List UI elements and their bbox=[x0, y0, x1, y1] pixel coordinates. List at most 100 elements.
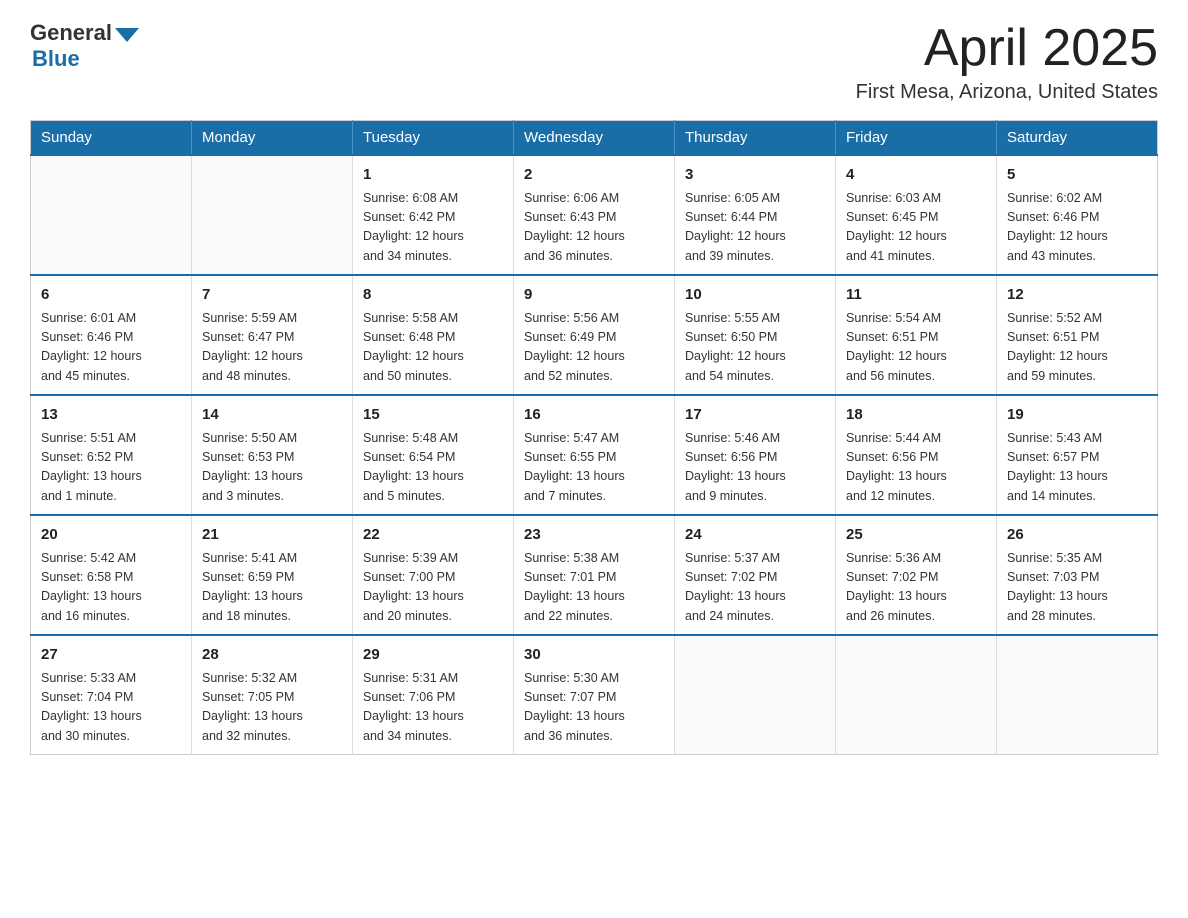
col-monday: Monday bbox=[192, 121, 353, 156]
logo-text-general: General bbox=[30, 20, 112, 46]
day-number: 13 bbox=[41, 404, 181, 427]
calendar-week-row: 20Sunrise: 5:42 AM Sunset: 6:58 PM Dayli… bbox=[31, 515, 1158, 635]
day-info: Sunrise: 5:37 AM Sunset: 7:02 PM Dayligh… bbox=[685, 549, 825, 627]
day-number: 4 bbox=[846, 164, 986, 187]
day-number: 26 bbox=[1007, 524, 1147, 547]
calendar-cell: 11Sunrise: 5:54 AM Sunset: 6:51 PM Dayli… bbox=[836, 275, 997, 395]
day-info: Sunrise: 5:43 AM Sunset: 6:57 PM Dayligh… bbox=[1007, 429, 1147, 507]
day-number: 23 bbox=[524, 524, 664, 547]
day-number: 15 bbox=[363, 404, 503, 427]
calendar-cell bbox=[192, 155, 353, 275]
calendar-cell: 29Sunrise: 5:31 AM Sunset: 7:06 PM Dayli… bbox=[353, 635, 514, 755]
calendar-cell bbox=[675, 635, 836, 755]
day-info: Sunrise: 6:05 AM Sunset: 6:44 PM Dayligh… bbox=[685, 189, 825, 267]
day-info: Sunrise: 5:55 AM Sunset: 6:50 PM Dayligh… bbox=[685, 309, 825, 387]
day-number: 19 bbox=[1007, 404, 1147, 427]
day-info: Sunrise: 5:41 AM Sunset: 6:59 PM Dayligh… bbox=[202, 549, 342, 627]
day-number: 24 bbox=[685, 524, 825, 547]
calendar-cell bbox=[31, 155, 192, 275]
day-info: Sunrise: 5:42 AM Sunset: 6:58 PM Dayligh… bbox=[41, 549, 181, 627]
day-number: 12 bbox=[1007, 284, 1147, 307]
day-number: 10 bbox=[685, 284, 825, 307]
day-number: 27 bbox=[41, 644, 181, 667]
day-number: 21 bbox=[202, 524, 342, 547]
logo-text-blue: Blue bbox=[32, 46, 80, 72]
day-info: Sunrise: 5:54 AM Sunset: 6:51 PM Dayligh… bbox=[846, 309, 986, 387]
day-number: 29 bbox=[363, 644, 503, 667]
day-info: Sunrise: 6:03 AM Sunset: 6:45 PM Dayligh… bbox=[846, 189, 986, 267]
calendar-cell: 15Sunrise: 5:48 AM Sunset: 6:54 PM Dayli… bbox=[353, 395, 514, 515]
calendar-cell: 22Sunrise: 5:39 AM Sunset: 7:00 PM Dayli… bbox=[353, 515, 514, 635]
calendar-cell: 28Sunrise: 5:32 AM Sunset: 7:05 PM Dayli… bbox=[192, 635, 353, 755]
calendar-cell: 26Sunrise: 5:35 AM Sunset: 7:03 PM Dayli… bbox=[997, 515, 1158, 635]
day-number: 28 bbox=[202, 644, 342, 667]
calendar-cell: 6Sunrise: 6:01 AM Sunset: 6:46 PM Daylig… bbox=[31, 275, 192, 395]
day-info: Sunrise: 6:08 AM Sunset: 6:42 PM Dayligh… bbox=[363, 189, 503, 267]
calendar-cell: 23Sunrise: 5:38 AM Sunset: 7:01 PM Dayli… bbox=[514, 515, 675, 635]
calendar-cell: 18Sunrise: 5:44 AM Sunset: 6:56 PM Dayli… bbox=[836, 395, 997, 515]
col-sunday: Sunday bbox=[31, 121, 192, 156]
calendar-cell: 25Sunrise: 5:36 AM Sunset: 7:02 PM Dayli… bbox=[836, 515, 997, 635]
day-number: 16 bbox=[524, 404, 664, 427]
day-number: 8 bbox=[363, 284, 503, 307]
day-number: 22 bbox=[363, 524, 503, 547]
calendar-cell: 27Sunrise: 5:33 AM Sunset: 7:04 PM Dayli… bbox=[31, 635, 192, 755]
calendar-cell: 7Sunrise: 5:59 AM Sunset: 6:47 PM Daylig… bbox=[192, 275, 353, 395]
title-section: April 2025 First Mesa, Arizona, United S… bbox=[856, 20, 1158, 104]
calendar-cell: 10Sunrise: 5:55 AM Sunset: 6:50 PM Dayli… bbox=[675, 275, 836, 395]
day-number: 6 bbox=[41, 284, 181, 307]
calendar-cell: 2Sunrise: 6:06 AM Sunset: 6:43 PM Daylig… bbox=[514, 155, 675, 275]
day-number: 9 bbox=[524, 284, 664, 307]
logo: General Blue bbox=[30, 20, 139, 72]
day-info: Sunrise: 5:51 AM Sunset: 6:52 PM Dayligh… bbox=[41, 429, 181, 507]
day-number: 25 bbox=[846, 524, 986, 547]
calendar-cell: 12Sunrise: 5:52 AM Sunset: 6:51 PM Dayli… bbox=[997, 275, 1158, 395]
day-info: Sunrise: 5:47 AM Sunset: 6:55 PM Dayligh… bbox=[524, 429, 664, 507]
calendar-cell bbox=[997, 635, 1158, 755]
calendar-cell: 13Sunrise: 5:51 AM Sunset: 6:52 PM Dayli… bbox=[31, 395, 192, 515]
day-number: 17 bbox=[685, 404, 825, 427]
col-wednesday: Wednesday bbox=[514, 121, 675, 156]
day-info: Sunrise: 5:48 AM Sunset: 6:54 PM Dayligh… bbox=[363, 429, 503, 507]
day-number: 1 bbox=[363, 164, 503, 187]
calendar-cell: 17Sunrise: 5:46 AM Sunset: 6:56 PM Dayli… bbox=[675, 395, 836, 515]
location-title: First Mesa, Arizona, United States bbox=[856, 81, 1158, 104]
day-info: Sunrise: 5:35 AM Sunset: 7:03 PM Dayligh… bbox=[1007, 549, 1147, 627]
day-info: Sunrise: 5:33 AM Sunset: 7:04 PM Dayligh… bbox=[41, 669, 181, 747]
calendar-cell: 3Sunrise: 6:05 AM Sunset: 6:44 PM Daylig… bbox=[675, 155, 836, 275]
calendar-cell: 4Sunrise: 6:03 AM Sunset: 6:45 PM Daylig… bbox=[836, 155, 997, 275]
calendar-week-row: 13Sunrise: 5:51 AM Sunset: 6:52 PM Dayli… bbox=[31, 395, 1158, 515]
day-info: Sunrise: 5:44 AM Sunset: 6:56 PM Dayligh… bbox=[846, 429, 986, 507]
day-info: Sunrise: 6:01 AM Sunset: 6:46 PM Dayligh… bbox=[41, 309, 181, 387]
calendar-cell: 8Sunrise: 5:58 AM Sunset: 6:48 PM Daylig… bbox=[353, 275, 514, 395]
calendar-cell: 30Sunrise: 5:30 AM Sunset: 7:07 PM Dayli… bbox=[514, 635, 675, 755]
day-number: 18 bbox=[846, 404, 986, 427]
calendar-cell: 5Sunrise: 6:02 AM Sunset: 6:46 PM Daylig… bbox=[997, 155, 1158, 275]
day-number: 30 bbox=[524, 644, 664, 667]
day-info: Sunrise: 5:50 AM Sunset: 6:53 PM Dayligh… bbox=[202, 429, 342, 507]
day-info: Sunrise: 5:30 AM Sunset: 7:07 PM Dayligh… bbox=[524, 669, 664, 747]
calendar-week-row: 27Sunrise: 5:33 AM Sunset: 7:04 PM Dayli… bbox=[31, 635, 1158, 755]
day-number: 14 bbox=[202, 404, 342, 427]
calendar-table: Sunday Monday Tuesday Wednesday Thursday… bbox=[30, 120, 1158, 755]
calendar-week-row: 1Sunrise: 6:08 AM Sunset: 6:42 PM Daylig… bbox=[31, 155, 1158, 275]
day-info: Sunrise: 5:39 AM Sunset: 7:00 PM Dayligh… bbox=[363, 549, 503, 627]
day-info: Sunrise: 6:02 AM Sunset: 6:46 PM Dayligh… bbox=[1007, 189, 1147, 267]
calendar-cell: 9Sunrise: 5:56 AM Sunset: 6:49 PM Daylig… bbox=[514, 275, 675, 395]
day-info: Sunrise: 5:59 AM Sunset: 6:47 PM Dayligh… bbox=[202, 309, 342, 387]
day-info: Sunrise: 5:58 AM Sunset: 6:48 PM Dayligh… bbox=[363, 309, 503, 387]
day-info: Sunrise: 5:31 AM Sunset: 7:06 PM Dayligh… bbox=[363, 669, 503, 747]
day-info: Sunrise: 6:06 AM Sunset: 6:43 PM Dayligh… bbox=[524, 189, 664, 267]
day-info: Sunrise: 5:36 AM Sunset: 7:02 PM Dayligh… bbox=[846, 549, 986, 627]
col-thursday: Thursday bbox=[675, 121, 836, 156]
calendar-cell: 21Sunrise: 5:41 AM Sunset: 6:59 PM Dayli… bbox=[192, 515, 353, 635]
calendar-cell: 20Sunrise: 5:42 AM Sunset: 6:58 PM Dayli… bbox=[31, 515, 192, 635]
calendar-cell bbox=[836, 635, 997, 755]
day-number: 5 bbox=[1007, 164, 1147, 187]
calendar-cell: 24Sunrise: 5:37 AM Sunset: 7:02 PM Dayli… bbox=[675, 515, 836, 635]
day-info: Sunrise: 5:32 AM Sunset: 7:05 PM Dayligh… bbox=[202, 669, 342, 747]
calendar-header-row: Sunday Monday Tuesday Wednesday Thursday… bbox=[31, 121, 1158, 156]
day-number: 20 bbox=[41, 524, 181, 547]
col-tuesday: Tuesday bbox=[353, 121, 514, 156]
day-info: Sunrise: 5:38 AM Sunset: 7:01 PM Dayligh… bbox=[524, 549, 664, 627]
